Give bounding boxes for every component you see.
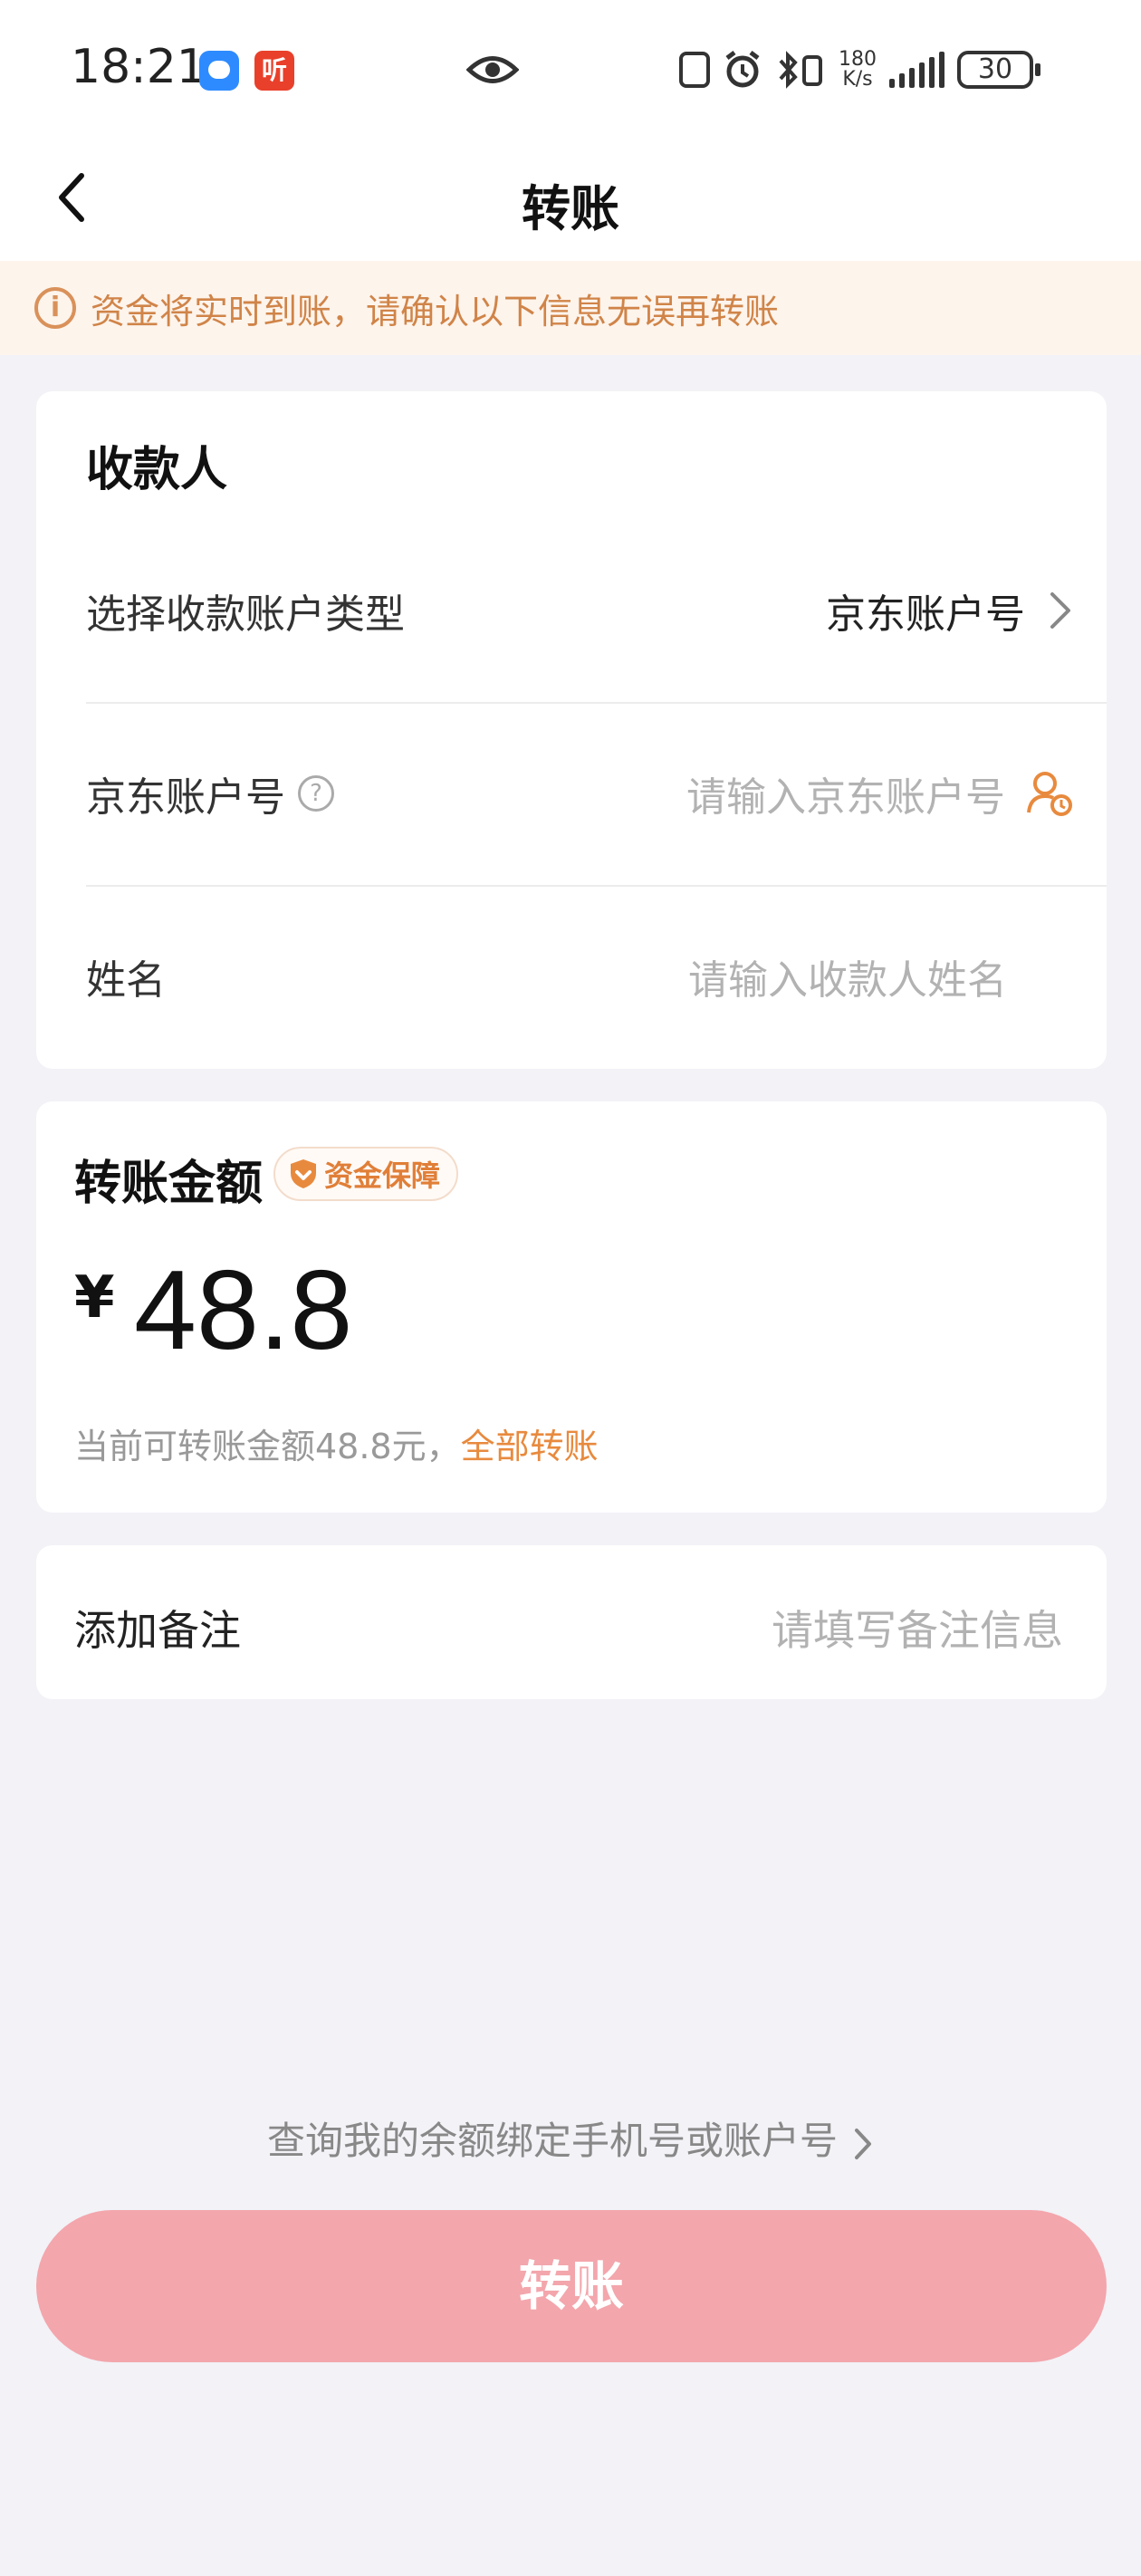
- transfer-submit-button[interactable]: 转账: [36, 2210, 1107, 2362]
- account-input[interactable]: 请输入京东账户号: [686, 764, 1005, 822]
- info-icon: i: [34, 287, 76, 329]
- available-text: 当前可转账金额48.8元，: [74, 1427, 461, 1466]
- account-type-value: 京东账户号: [826, 591, 1025, 638]
- name-input[interactable]: 请输入收款人姓名: [688, 947, 1007, 1005]
- notice-banner: i 资金将实时到账，请确认以下信息无误再转账: [0, 261, 1141, 355]
- status-time: 18:21: [71, 40, 206, 94]
- page-title: 转账: [522, 180, 619, 237]
- chevron-right-icon: [1050, 592, 1070, 629]
- bluetooth-icon: [779, 51, 822, 89]
- query-balance-link[interactable]: 查询我的余额绑定手机号或账户号: [0, 2110, 1141, 2166]
- fund-guarantee-badge: 资金保障: [273, 1147, 459, 1201]
- payee-card: 收款人 选择收款账户类型 京东账户号 京东账户号 ? 请输入京东账户号 姓名 请…: [36, 391, 1107, 1069]
- transfer-all-link[interactable]: 全部转账: [461, 1427, 599, 1466]
- amount-title: 转账金额: [74, 1157, 264, 1211]
- amount-card: 转账金额 资金保障 ¥ 48.8 当前可转账金额48.8元，全部转账: [36, 1101, 1107, 1513]
- nav-bar: 转账: [0, 136, 1141, 261]
- help-icon[interactable]: ?: [298, 775, 334, 812]
- signal-icon: [889, 52, 944, 88]
- account-type-label: 选择收款账户类型: [86, 591, 405, 638]
- account-type-row[interactable]: 选择收款账户类型 京东账户号: [86, 520, 1107, 701]
- net-speed: 180 K/s: [839, 48, 877, 91]
- alarm-icon: [725, 51, 760, 88]
- guarantee-text: 资金保障: [324, 1158, 441, 1193]
- payee-title: 收款人: [86, 443, 228, 497]
- amount-input[interactable]: 48.8: [134, 1246, 352, 1375]
- status-bar: 18:21 听 180 K/s 30: [0, 0, 1141, 136]
- chat-app-icon: [199, 51, 239, 91]
- name-row: 姓名 请输入收款人姓名: [86, 886, 1107, 1067]
- notice-text: 资金将实时到账，请确认以下信息无误再转账: [91, 291, 780, 332]
- query-link-text: 查询我的余额绑定手机号或账户号: [266, 2119, 838, 2163]
- account-label: 京东账户号: [86, 774, 285, 821]
- note-input[interactable]: 请填写备注信息: [772, 1598, 1063, 1658]
- listen-app-icon: 听: [254, 51, 294, 91]
- shield-icon: [291, 1159, 316, 1188]
- battery-icon: 30: [957, 51, 1040, 89]
- note-label: 添加备注: [74, 1606, 241, 1655]
- nfc-icon: [679, 52, 710, 88]
- chevron-right-icon: [855, 2128, 871, 2159]
- available-amount: 当前可转账金额48.8元，全部转账: [74, 1418, 599, 1468]
- eye-icon: [466, 56, 519, 83]
- account-row: 京东账户号 ? 请输入京东账户号: [86, 703, 1107, 884]
- note-card[interactable]: 添加备注 请填写备注信息: [36, 1545, 1107, 1699]
- currency-symbol: ¥: [74, 1264, 115, 1331]
- contact-history-icon[interactable]: [1025, 769, 1074, 818]
- name-label: 姓名: [86, 957, 166, 1004]
